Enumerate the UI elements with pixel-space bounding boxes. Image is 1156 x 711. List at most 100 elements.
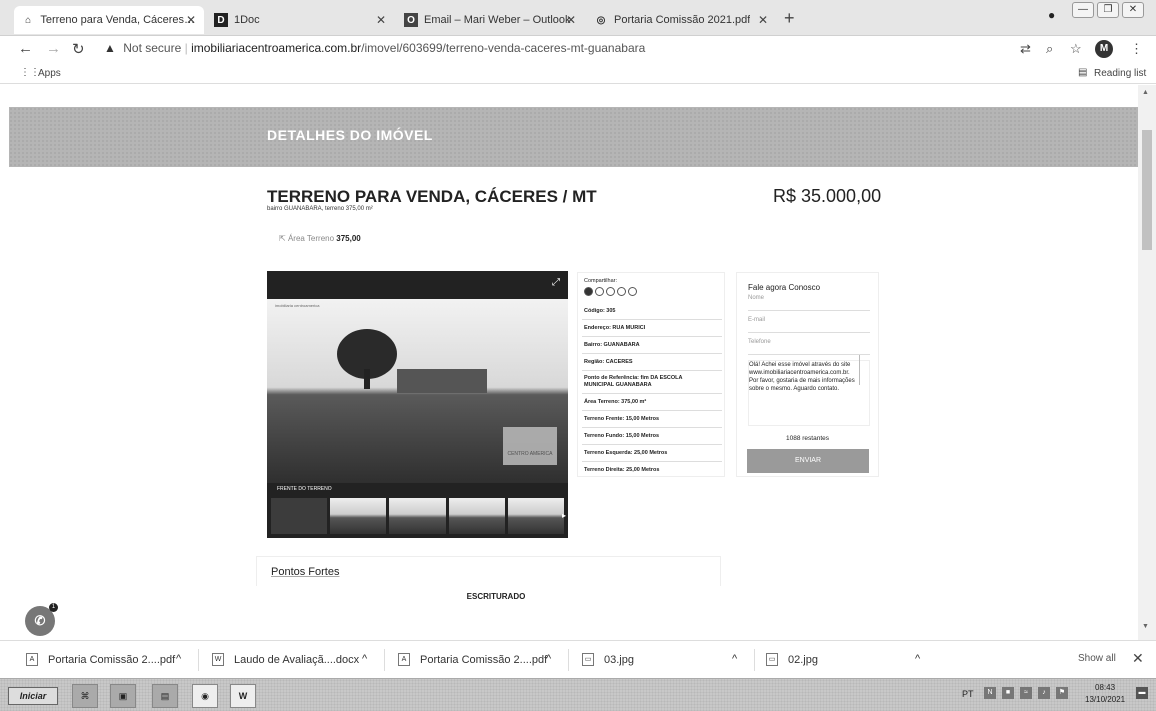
new-tab-button[interactable]: + bbox=[784, 8, 795, 29]
pdf-file-icon: A bbox=[26, 653, 38, 666]
shortcut-icon[interactable]: ⌘ bbox=[72, 684, 98, 708]
tray-icon[interactable]: ■ bbox=[1002, 687, 1014, 699]
doc-logo-icon: D bbox=[214, 13, 228, 27]
tab-terreno[interactable]: ⌂ Terreno para Venda, Cáceres / MT, : ✕ bbox=[14, 6, 204, 34]
reading-list-link[interactable]: Reading list bbox=[1094, 68, 1146, 79]
thumbnail[interactable] bbox=[448, 498, 505, 534]
url-path: /imovel/603699/terreno-venda-caceres-mt-… bbox=[361, 41, 646, 55]
section-banner: DETALHES DO IMÓVEL bbox=[9, 107, 1138, 167]
tray-icon[interactable]: N bbox=[984, 687, 996, 699]
download-name: 02.jpg bbox=[788, 653, 818, 666]
apps-grid-icon: ⋮⋮ bbox=[20, 67, 40, 78]
reload-button[interactable]: ↻ bbox=[72, 40, 85, 58]
download-name: Portaria Comissão 2....pdf bbox=[420, 653, 548, 666]
twitter-icon[interactable] bbox=[595, 287, 604, 296]
url-host: imobiliariacentroamerica.com.br bbox=[191, 41, 362, 55]
word-app-icon[interactable]: W bbox=[230, 684, 256, 708]
phone-field[interactable]: Telefone bbox=[748, 339, 870, 355]
area-icon: ⇱ bbox=[279, 234, 286, 243]
close-icon[interactable]: ✕ bbox=[758, 13, 768, 27]
zoom-icon[interactable]: ⌕ bbox=[1046, 41, 1053, 57]
expand-icon[interactable]: ⤢ bbox=[552, 277, 560, 288]
language-indicator[interactable]: PT bbox=[962, 689, 974, 699]
whatsapp-share-icon[interactable] bbox=[628, 287, 637, 296]
chevron-up-icon[interactable]: ^ bbox=[362, 653, 367, 665]
tab-1doc[interactable]: D 1Doc ✕ bbox=[206, 6, 394, 34]
close-icon[interactable]: ✕ bbox=[186, 13, 196, 27]
volume-icon[interactable]: ♪ bbox=[1038, 687, 1050, 699]
media-icon[interactable]: ▤ bbox=[152, 684, 178, 708]
scroll-down-icon[interactable]: ▼ bbox=[1142, 623, 1149, 630]
message-textarea[interactable]: Olá! Achei esse imóvel através do site w… bbox=[748, 360, 870, 426]
back-button[interactable]: ← bbox=[18, 40, 33, 57]
download-item[interactable]: W Laudo de Avaliaçã....docx bbox=[212, 653, 359, 666]
image-file-icon: ▭ bbox=[766, 653, 778, 666]
show-desktop-icon[interactable]: ▬ bbox=[1136, 687, 1148, 699]
thumbnail[interactable] bbox=[507, 498, 565, 534]
system-clock[interactable]: 08:43 13/10/2021 bbox=[1085, 682, 1125, 706]
tab-title: 1Doc bbox=[234, 14, 260, 26]
house-icon: ⌂ bbox=[25, 14, 32, 26]
translate-icon[interactable]: ⇄ bbox=[1020, 41, 1031, 57]
tab-portaria[interactable]: ◎ Portaria Comissão 2021.pdf ✕ bbox=[586, 6, 776, 34]
info-address: Endereço: RUA MURICI bbox=[584, 325, 646, 331]
chevron-up-icon[interactable]: ^ bbox=[176, 653, 181, 665]
send-button[interactable]: ENVIAR bbox=[747, 449, 869, 473]
facebook-icon[interactable] bbox=[584, 287, 593, 296]
property-title: TERRENO PARA VENDA, CÁCERES / MT bbox=[267, 187, 597, 206]
property-price: R$ 35.000,00 bbox=[773, 186, 882, 206]
download-item[interactable]: ▭ 03.jpg bbox=[582, 653, 634, 666]
close-window-button[interactable]: ✕ bbox=[1122, 2, 1144, 18]
show-all-button[interactable]: Show all bbox=[1078, 653, 1116, 664]
forward-button[interactable]: → bbox=[46, 40, 61, 57]
scrollbar-thumb[interactable] bbox=[1142, 130, 1152, 250]
start-button[interactable]: Iniciar bbox=[8, 687, 58, 705]
vertical-scrollbar[interactable]: ▲ ▼ bbox=[1138, 85, 1156, 640]
chrome-icon[interactable]: ◉ bbox=[192, 684, 218, 708]
bookmark-star-icon[interactable]: ☆ bbox=[1070, 41, 1082, 57]
download-name: Portaria Comissão 2....pdf bbox=[48, 653, 176, 666]
download-item[interactable]: A Portaria Comissão 2....pdf bbox=[26, 653, 175, 666]
network-icon[interactable]: ≈ bbox=[1020, 687, 1032, 699]
pinterest-icon[interactable] bbox=[606, 287, 615, 296]
clock-time: 08:43 bbox=[1095, 683, 1116, 692]
area-summary: ⇱ Área Terreno 375,00 bbox=[279, 234, 361, 243]
address-bar[interactable]: ▲ Not secure | imobiliariacentroamerica.… bbox=[104, 41, 645, 55]
tab-outlook[interactable]: O Email – Mari Weber – Outlook ✕ bbox=[396, 6, 584, 34]
record-icon[interactable]: ● bbox=[1048, 8, 1055, 22]
chevron-up-icon[interactable]: ^ bbox=[915, 653, 920, 665]
close-icon[interactable]: ✕ bbox=[376, 13, 386, 27]
close-icon[interactable]: ✕ bbox=[566, 13, 576, 27]
email-share-icon[interactable] bbox=[617, 287, 626, 296]
chevron-up-icon[interactable]: ^ bbox=[732, 653, 737, 665]
apps-link[interactable]: Apps bbox=[38, 68, 61, 79]
download-item[interactable]: ▭ 02.jpg bbox=[766, 653, 818, 666]
highlights-title[interactable]: Pontos Fortes bbox=[271, 566, 339, 578]
flag-icon[interactable]: ⚑ bbox=[1056, 687, 1068, 699]
download-name: Laudo de Avaliaçã....docx bbox=[234, 653, 360, 666]
email-field[interactable]: E-mail bbox=[748, 317, 870, 333]
thumbnail[interactable] bbox=[271, 498, 328, 534]
close-icon[interactable]: ✕ bbox=[1132, 650, 1144, 667]
outlook-icon: O bbox=[404, 13, 418, 27]
chevron-up-icon[interactable]: ^ bbox=[546, 653, 551, 665]
info-right: Terreno Direita: 25,00 Metros bbox=[584, 467, 660, 473]
minimize-button[interactable]: — bbox=[1072, 2, 1094, 18]
contact-form: Fale agora Conosco Nome E-mail Telefone … bbox=[736, 272, 879, 477]
thumbnail[interactable] bbox=[389, 498, 446, 534]
clock-date: 13/10/2021 bbox=[1085, 695, 1126, 704]
textarea-scrollbar[interactable] bbox=[859, 355, 865, 385]
tab-title: Terreno para Venda, Cáceres / MT, : bbox=[40, 14, 196, 26]
thumbnail[interactable] bbox=[330, 498, 387, 534]
maximize-button[interactable]: ❐ bbox=[1097, 2, 1119, 18]
house-shape bbox=[397, 369, 487, 393]
profile-avatar[interactable]: M bbox=[1095, 40, 1113, 58]
main-photo[interactable]: imobiliaria centroamerica CENTRO AMERICA bbox=[267, 299, 568, 483]
download-item[interactable]: A Portaria Comissão 2....pdf bbox=[398, 653, 547, 666]
scroll-up-icon[interactable]: ▲ bbox=[1142, 89, 1149, 96]
name-field[interactable]: Nome bbox=[748, 295, 870, 311]
next-arrow-icon[interactable]: ▸ bbox=[562, 511, 566, 520]
bookmarks-bar: ⋮⋮ Apps ▤ Reading list bbox=[0, 62, 1156, 84]
menu-icon[interactable]: ⋮ bbox=[1130, 41, 1143, 57]
folder-icon[interactable]: ▣ bbox=[110, 684, 136, 708]
